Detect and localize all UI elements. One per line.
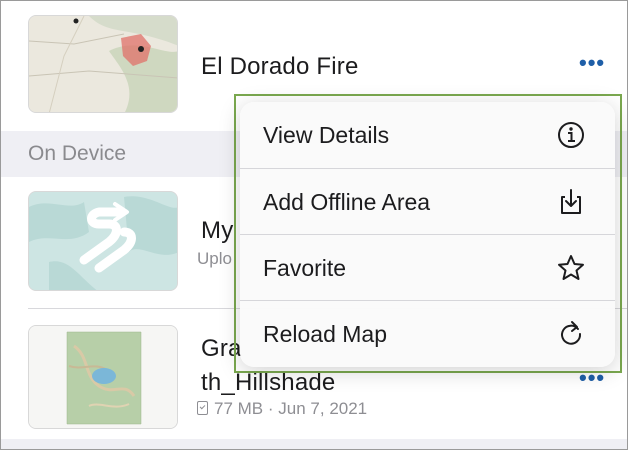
menu-item-reload-map[interactable]: Reload Map (240, 300, 615, 366)
downloaded-icon (197, 401, 208, 415)
more-options-button[interactable]: ••• (579, 52, 605, 74)
menu-item-add-offline-area[interactable]: Add Offline Area (240, 168, 615, 234)
menu-item-favorite[interactable]: Favorite (240, 234, 615, 300)
menu-item-view-details[interactable]: View Details (240, 102, 615, 168)
map-title-line2: th_Hillshade (201, 369, 336, 396)
map-subtitle: Uplo (197, 249, 232, 268)
map-meta: 77 MB · Jun 7, 2021 (197, 399, 367, 419)
more-options-button[interactable]: ••• (579, 367, 605, 389)
menu-item-label: Add Offline Area (263, 189, 431, 215)
context-menu: View Details Add Offline Area Favorite R… (240, 102, 615, 367)
reload-icon (556, 319, 586, 349)
map-list-screen: El Dorado Fire ••• On Device My Uplo Gra… (0, 0, 628, 450)
download-tray-icon (556, 187, 586, 217)
meta-separator: · (267, 399, 274, 418)
hillshade-map-thumbnail (28, 325, 178, 429)
menu-item-label: View Details (263, 122, 390, 148)
menu-item-label: Favorite (263, 255, 347, 281)
offline-map-placeholder-thumbnail (28, 191, 178, 291)
map-date: Jun 7, 2021 (278, 399, 368, 418)
menu-item-label: Reload Map (263, 321, 388, 347)
star-icon (556, 253, 586, 283)
bottom-band (1, 439, 627, 449)
map-title: El Dorado Fire (201, 53, 359, 80)
fire-map-thumbnail (28, 15, 178, 113)
map-size: 77 MB (214, 399, 264, 418)
map-title: My (201, 217, 234, 244)
info-circle-icon (556, 120, 586, 150)
section-label: On Device (28, 142, 127, 165)
